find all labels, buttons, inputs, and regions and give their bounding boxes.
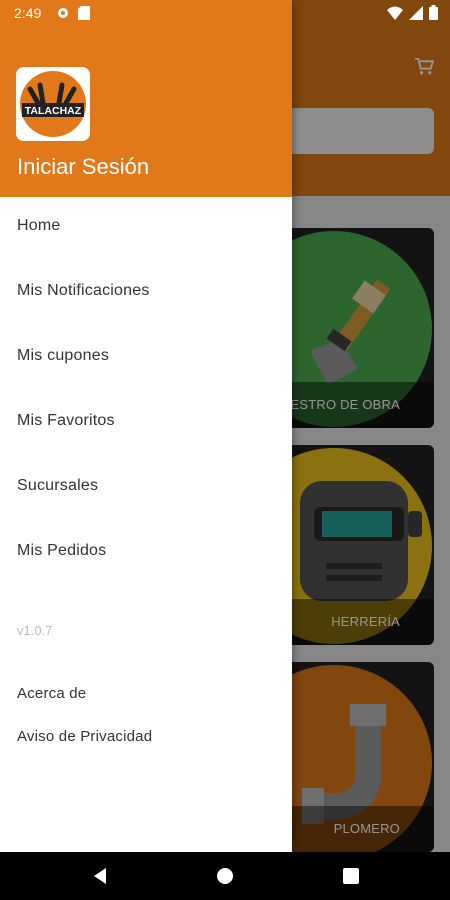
status-bar: 2:49 — [0, 0, 450, 26]
app-logo: TALACHAZ — [16, 67, 90, 141]
menu-item-orders[interactable]: Mis Pedidos — [17, 542, 106, 560]
sd-card-icon — [78, 6, 90, 20]
menu-item-home[interactable]: Home — [17, 217, 60, 235]
gear-icon — [58, 8, 68, 18]
logo-text: TALACHAZ — [25, 105, 82, 117]
menu-item-about[interactable]: Acerca de — [17, 685, 86, 702]
battery-icon — [429, 5, 438, 20]
app-version: v1.0.7 — [17, 623, 53, 638]
menu-item-favorites[interactable]: Mis Favoritos — [17, 412, 115, 430]
status-time: 2:49 — [14, 5, 42, 21]
navigation-drawer: TALACHAZ Iniciar Sesión Home Mis Notific… — [0, 0, 292, 852]
home-icon[interactable] — [215, 866, 235, 886]
drawer-header: TALACHAZ Iniciar Sesión — [0, 0, 292, 197]
menu-item-coupons[interactable]: Mis cupones — [17, 347, 109, 365]
wifi-icon — [387, 6, 403, 20]
recents-icon[interactable] — [341, 866, 361, 886]
menu-item-privacy[interactable]: Aviso de Privacidad — [17, 728, 152, 745]
system-nav-bar — [0, 852, 450, 900]
cell-signal-icon — [409, 5, 423, 20]
back-icon[interactable] — [90, 866, 110, 886]
talachaz-logo-icon: TALACHAZ — [16, 67, 90, 141]
login-link[interactable]: Iniciar Sesión — [17, 154, 149, 180]
menu-item-branches[interactable]: Sucursales — [17, 477, 98, 495]
menu-item-notifications[interactable]: Mis Notificaciones — [17, 282, 150, 300]
